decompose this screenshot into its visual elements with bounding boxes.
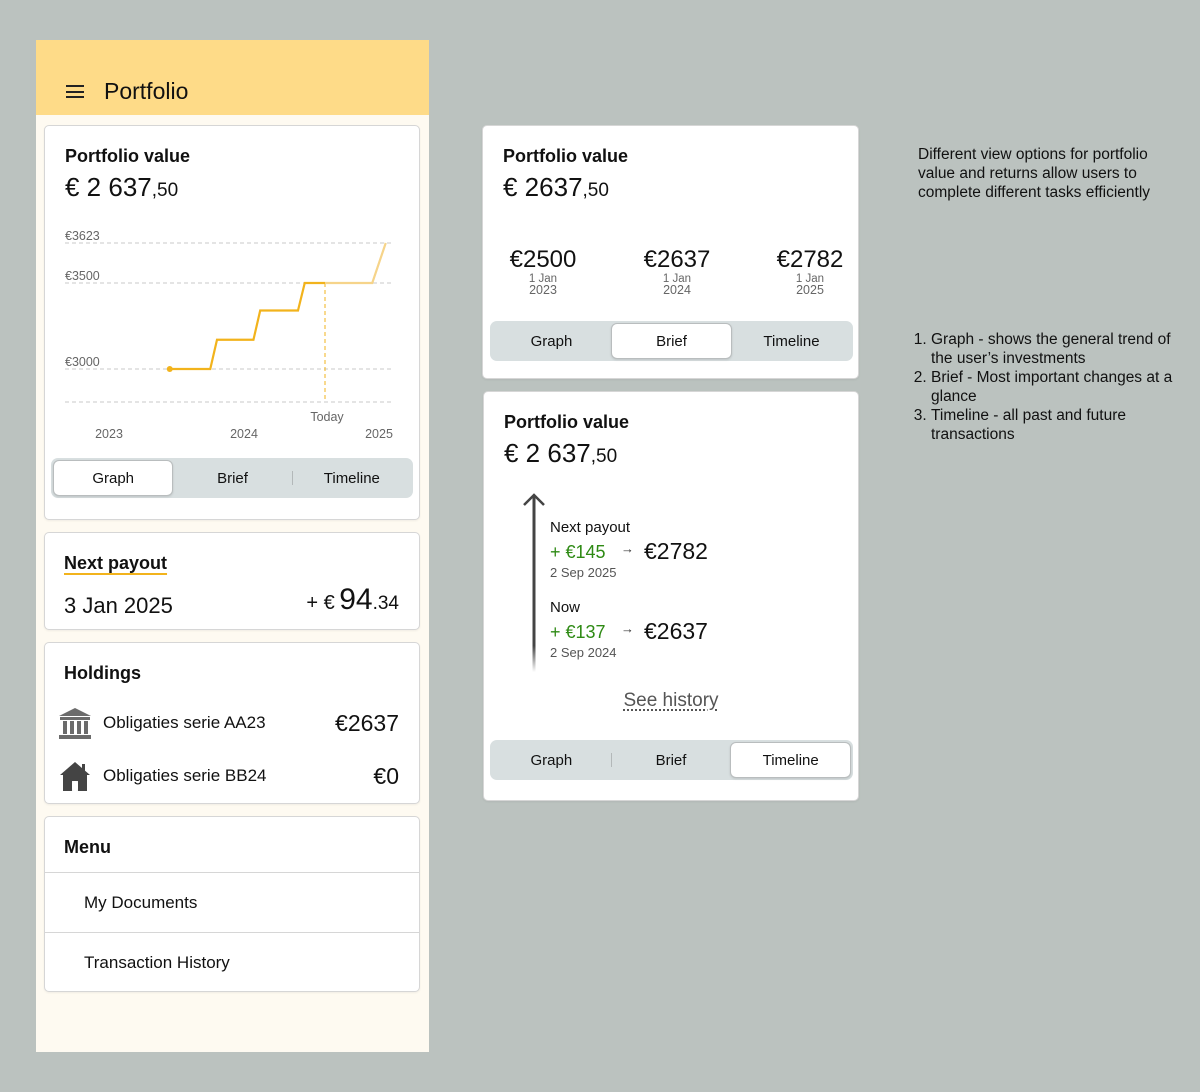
timeline-entry-date: 2 Sep 2025 <box>550 565 617 580</box>
brief-year: 2023 <box>529 283 557 297</box>
tab-timeline[interactable]: Timeline <box>730 742 852 778</box>
holdings-card: Holdings Obligaties serie AA23 €2637 Obl… <box>44 642 420 804</box>
value-cents: ,50 <box>590 446 618 467</box>
holding-row[interactable]: Obligaties serie AA23 €2637 <box>57 703 399 743</box>
arrow-right-icon: → <box>621 621 634 636</box>
tab-graph[interactable]: Graph <box>492 323 611 359</box>
brief-view-card: Portfolio value € 2637,50 €2500 1 Jan 20… <box>482 125 859 379</box>
brief-year: 2025 <box>796 283 824 297</box>
page-title: Portfolio <box>104 78 189 104</box>
bank-icon <box>59 708 91 739</box>
next-payout-card[interactable]: Next payout 3 Jan 2025 + € 94.34 <box>44 532 420 630</box>
design-note-item: Timeline - all past and future transacti… <box>931 406 1191 444</box>
portfolio-value: € 2 637,50 <box>65 172 178 203</box>
design-note-item: Graph - shows the general trend of the u… <box>931 330 1191 368</box>
y-tick-label: €3623 <box>65 229 100 243</box>
portfolio-value-card: Portfolio value € 2 637,50 €3623 €3500 €30… <box>44 125 420 520</box>
tab-graph[interactable]: Graph <box>53 460 174 496</box>
card-title: Portfolio value <box>65 146 191 166</box>
tab-timeline[interactable]: Timeline <box>293 460 411 496</box>
phone-screen: Portfolio Portfolio value € 2 637,50 €36… <box>36 40 429 1052</box>
view-switcher: Graph Brief Timeline <box>490 321 853 361</box>
series-start-point <box>166 366 173 372</box>
brief-amount: €2500 <box>509 246 577 273</box>
portfolio-value: € 2637,50 <box>503 172 609 203</box>
value-cents: ,50 <box>582 180 609 201</box>
value-main: € 2 637 <box>65 172 152 202</box>
brief-year: 2024 <box>663 283 691 297</box>
see-history-label: See history <box>623 690 719 711</box>
design-note-item: Brief - Most important changes at a glan… <box>931 368 1191 406</box>
timeline-entry-delta: + €137 <box>550 622 606 642</box>
brief-item: €2637 1 Jan 2024 <box>637 246 717 296</box>
view-switcher: Graph Brief Timeline <box>51 458 413 498</box>
view-switcher: Graph Brief Timeline <box>490 740 853 780</box>
holding-name: Obligaties serie BB24 <box>103 766 267 785</box>
tab-brief[interactable]: Brief <box>173 460 291 496</box>
timeline-entry-delta: + €145 <box>550 542 606 562</box>
holding-value: €2637 <box>335 709 399 736</box>
today-label: Today <box>310 410 344 424</box>
timeline-entry-label: Now <box>550 599 581 616</box>
tab-brief[interactable]: Brief <box>611 323 732 359</box>
payout-amount-main: 94 <box>339 583 373 616</box>
series-line-past <box>169 281 325 371</box>
timeline-entry-date: 2 Sep 2024 <box>550 645 617 660</box>
value-cents: ,50 <box>151 180 179 201</box>
tab-timeline[interactable]: Timeline <box>732 323 851 359</box>
brief-item: €2782 1 Jan 2025 <box>770 246 850 296</box>
arrow-right-icon: → <box>621 541 634 556</box>
timeline-arrow-icon <box>523 493 545 672</box>
payout-amount: + € 94.34 <box>306 583 399 617</box>
design-note-intro: Different view options for portfolio val… <box>918 146 1151 201</box>
design-note-list: Graph - shows the general trend of the u… <box>911 330 1191 444</box>
brief-item: €2500 1 Jan 2023 <box>503 246 583 296</box>
holding-name: Obligaties serie AA23 <box>103 713 266 732</box>
portfolio-value: € 2 637,50 <box>504 438 617 469</box>
menu-icon[interactable] <box>66 85 84 98</box>
value-main: € 2637 <box>503 172 583 202</box>
timeline-entry-total: €2637 <box>644 618 708 644</box>
brief-values: €2500 1 Jan 2023 €2637 1 Jan 2024 €2782 … <box>483 246 858 306</box>
holding-row[interactable]: Obligaties serie BB24 €0 <box>57 756 399 796</box>
house-icon <box>60 762 90 791</box>
tab-graph[interactable]: Graph <box>492 742 611 778</box>
portfolio-line-chart[interactable]: €3623 €3500 €3000 2023 2024 2025 Today <box>53 226 405 446</box>
y-tick-label: €3500 <box>65 269 100 283</box>
x-tick-label: 2024 <box>230 427 258 441</box>
timeline-entry-label: Next payout <box>550 519 631 536</box>
payout-amount-cents: .34 <box>372 593 399 614</box>
payout-date: 3 Jan 2025 <box>64 593 173 618</box>
timeline-entry-total: €2782 <box>644 538 708 564</box>
value-main: € 2 637 <box>504 438 591 468</box>
card-title: Next payout <box>64 553 168 573</box>
card-title: Holdings <box>64 663 141 683</box>
holding-value: €0 <box>373 762 399 789</box>
tab-brief[interactable]: Brief <box>612 742 731 778</box>
brief-amount: €2782 <box>776 246 844 273</box>
x-tick-label: 2023 <box>95 427 123 441</box>
card-title: Menu <box>64 837 111 857</box>
x-tick-label: 2025 <box>365 427 393 441</box>
menu-card: Menu My Documents Transaction History <box>44 816 420 992</box>
card-title: Portfolio value <box>503 146 629 166</box>
card-title: Portfolio value <box>504 412 630 432</box>
timeline-view-card: Portfolio value € 2 637,50 Next payout +… <box>483 391 859 801</box>
menu-item-transaction-history[interactable]: Transaction History <box>45 932 419 992</box>
brief-amount: €2637 <box>643 246 711 273</box>
app-bar: Portfolio <box>36 40 429 115</box>
y-tick-label: €3000 <box>65 355 100 369</box>
series-line-forecast <box>325 242 387 285</box>
see-history-link[interactable]: See history <box>484 690 858 712</box>
menu-item-my-documents[interactable]: My Documents <box>45 872 419 932</box>
payout-prefix: + € <box>306 592 335 614</box>
